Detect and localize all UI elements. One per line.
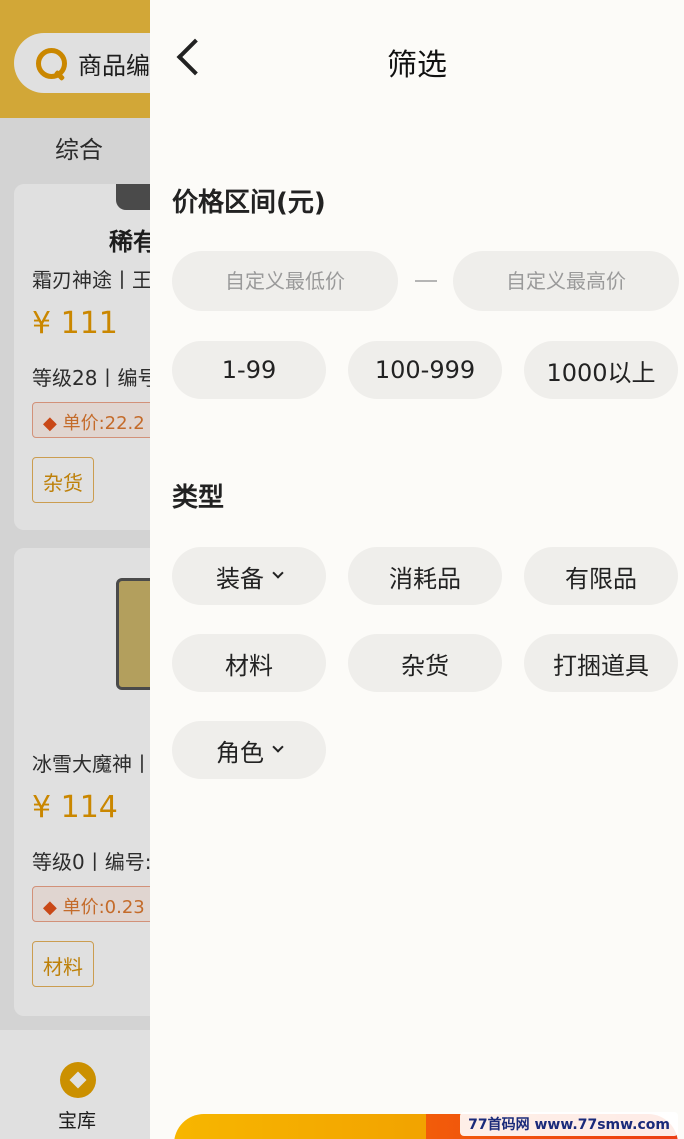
price-section-title: 价格区间(元) bbox=[172, 188, 326, 218]
price-preset-1000-plus[interactable]: 1000以上 bbox=[524, 341, 678, 399]
filter-drawer: 筛选 价格区间(元) 1-99 100-999 1000以上 类型 装备 消耗品… bbox=[150, 0, 684, 1139]
price-preset-1-99[interactable]: 1-99 bbox=[172, 341, 326, 399]
type-option-label: 装备 bbox=[216, 564, 264, 593]
price-preset-100-999[interactable]: 100-999 bbox=[348, 341, 502, 399]
type-option-consumables[interactable]: 消耗品 bbox=[348, 547, 502, 605]
type-section-title: 类型 bbox=[172, 483, 225, 513]
type-option-equipment[interactable]: 装备 bbox=[172, 547, 326, 605]
min-price-input[interactable] bbox=[172, 251, 398, 311]
type-option-materials[interactable]: 材料 bbox=[172, 634, 326, 692]
type-option-misc[interactable]: 杂货 bbox=[348, 634, 502, 692]
type-option-limited[interactable]: 有限品 bbox=[524, 547, 678, 605]
range-separator bbox=[415, 280, 437, 282]
type-option-bundle-items[interactable]: 打捆道具 bbox=[524, 634, 678, 692]
chevron-down-icon bbox=[272, 741, 284, 753]
chevron-down-icon bbox=[272, 567, 284, 579]
type-option-character[interactable]: 角色 bbox=[172, 721, 326, 779]
watermark: 77首码网 www.77smw.com bbox=[460, 1112, 678, 1136]
reset-button[interactable] bbox=[174, 1114, 426, 1139]
max-price-input[interactable] bbox=[453, 251, 679, 311]
type-option-label: 角色 bbox=[216, 738, 264, 767]
drawer-title: 筛选 bbox=[387, 48, 447, 83]
